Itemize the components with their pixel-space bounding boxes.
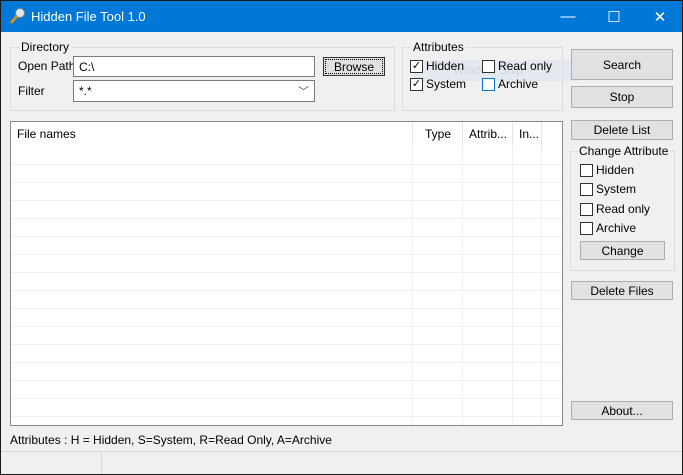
delete-list-button[interactable]: Delete List [571,120,673,140]
attr-system-label: System [426,77,467,91]
title-bar: Hidden File Tool 1.0 — ☐ ✕ [1,1,682,32]
status-bar-separator [101,453,102,474]
maximize-button[interactable]: ☐ [591,1,637,32]
attr-readonly-label: Read only [498,59,553,73]
open-path-input[interactable]: C:\ [73,56,315,77]
attr-system-checkbox[interactable]: ✓ System [410,77,466,91]
change-archive-label: Archive [596,221,637,235]
main-window: Hidden File Tool 1.0 — ☐ ✕ Directory Ope… [0,0,683,475]
chevron-down-icon: ﹀ [298,86,309,98]
delete-files-button[interactable]: Delete Files [571,281,673,300]
change-attribute-label: Change Attribute [577,144,671,158]
grid-column-line [412,146,413,425]
open-path-label: Open Path [18,59,76,73]
attr-hidden-label: Hidden [426,59,465,73]
change-system-label: System [596,182,637,196]
about-button[interactable]: About... [571,401,673,420]
attr-archive-checkbox[interactable]: Archive [482,77,538,91]
grid-row-line [11,344,562,345]
minimize-button[interactable]: — [545,1,591,32]
column-attributes[interactable]: Attrib... [463,122,513,146]
grid-row-line [11,308,562,309]
attributes-legend: Attributes : H = Hidden, S=System, R=Rea… [10,433,332,447]
attr-archive-label: Archive [498,77,539,91]
filter-label: Filter [18,84,45,98]
change-hidden-label: Hidden [596,163,635,177]
filter-combo[interactable]: *.* ﹀ [73,80,315,102]
status-bar-divider [1,451,682,452]
attr-readonly-checkbox[interactable]: Read only [482,59,552,73]
file-list[interactable]: File names Type Attrib... In... [10,121,563,426]
grid-row-line [11,200,562,201]
search-button[interactable]: Search [571,49,673,80]
window-title: Hidden File Tool 1.0 [31,9,146,24]
attr-hidden-checkbox[interactable]: ✓ Hidden [410,59,464,73]
grid-row-line [11,272,562,273]
attributes-group-label: Attributes [411,40,466,54]
column-type[interactable]: Type [413,122,463,146]
magnifier-icon [9,8,25,24]
change-system-checkbox[interactable]: System [580,182,636,196]
column-file-names[interactable]: File names [11,122,413,146]
grid-row-line [11,254,562,255]
grid-row-line [11,362,562,363]
grid-column-line [512,146,513,425]
change-readonly-label: Read only [596,202,651,216]
grid-row-line [11,164,562,165]
change-hidden-checkbox[interactable]: Hidden [580,163,634,177]
grid-row-line [11,236,562,237]
grid-row-line [11,416,562,417]
grid-column-line [541,146,542,425]
grid-row-line [11,380,562,381]
grid-row-line [11,326,562,327]
grid-row-line [11,398,562,399]
stop-button[interactable]: Stop [571,86,673,108]
grid-row-line [11,182,562,183]
change-readonly-checkbox[interactable]: Read only [580,202,650,216]
change-archive-checkbox[interactable]: Archive [580,221,636,235]
directory-group-label: Directory [19,40,72,54]
grid-column-line [462,146,463,425]
browse-button[interactable]: Browse [323,57,385,76]
column-in[interactable]: In... [513,122,542,146]
filter-value: *.* [79,84,92,98]
change-button[interactable]: Change [580,241,665,260]
close-button[interactable]: ✕ [637,1,683,32]
grid-row-line [11,218,562,219]
grid-row-line [11,290,562,291]
